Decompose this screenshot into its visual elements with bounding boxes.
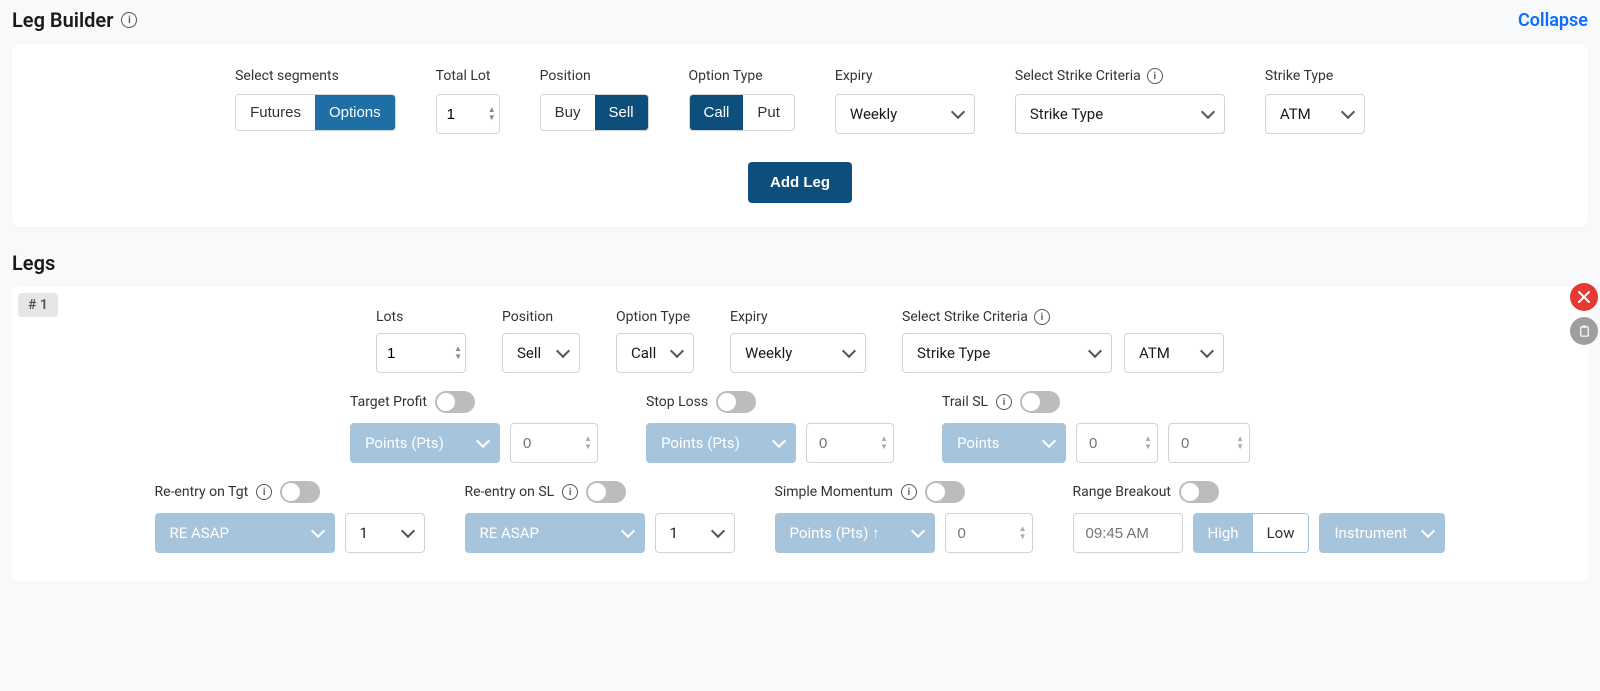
option-type-call[interactable]: Call bbox=[690, 95, 744, 130]
info-icon[interactable]: i bbox=[901, 484, 917, 500]
range-breakout-label: Range Breakout bbox=[1073, 484, 1172, 500]
lots-label: Lots bbox=[376, 309, 466, 325]
copy-leg-button[interactable] bbox=[1570, 317, 1598, 345]
leg-builder-panel: Select segments Futures Options Total Lo… bbox=[12, 44, 1588, 227]
trail-sl-toggle[interactable] bbox=[1020, 391, 1060, 413]
reentry-sl-label: Re-entry on SL bbox=[465, 484, 555, 500]
rb-time-input[interactable] bbox=[1073, 513, 1183, 553]
expiry-label: Expiry bbox=[835, 68, 975, 84]
delete-leg-button[interactable] bbox=[1570, 283, 1598, 311]
rb-instrument-select[interactable]: Instrument bbox=[1319, 513, 1445, 553]
expiry-select[interactable]: Weekly bbox=[835, 94, 975, 134]
collapse-link[interactable]: Collapse bbox=[1518, 10, 1588, 31]
option-type-put[interactable]: Put bbox=[743, 95, 794, 130]
leg-expiry-select[interactable]: Weekly bbox=[730, 333, 866, 373]
info-icon[interactable]: i bbox=[256, 484, 272, 500]
stop-loss-label: Stop Loss bbox=[646, 394, 708, 410]
target-profit-toggle[interactable] bbox=[435, 391, 475, 413]
trail1-stepper[interactable]: ▲▼ bbox=[1144, 435, 1152, 451]
leg-index-badge: # 1 bbox=[18, 293, 58, 317]
strike-criteria-label: Select Strike Criteria bbox=[1015, 68, 1141, 84]
reentry-sl-mode-select[interactable]: RE ASAP bbox=[465, 513, 645, 553]
trail-unit-select[interactable]: Points bbox=[942, 423, 1066, 463]
total-lot-label: Total Lot bbox=[436, 68, 500, 84]
segments-toggle: Futures Options bbox=[235, 94, 396, 131]
leg-expiry-label: Expiry bbox=[730, 309, 866, 325]
simple-momentum-toggle[interactable] bbox=[925, 481, 965, 503]
position-sell[interactable]: Sell bbox=[595, 95, 648, 130]
clipboard-icon bbox=[1578, 325, 1591, 338]
tp-unit-select[interactable]: Points (Pts) bbox=[350, 423, 500, 463]
add-leg-button[interactable]: Add Leg bbox=[748, 162, 852, 203]
rb-highlow-toggle: High Low bbox=[1193, 513, 1310, 553]
range-breakout-toggle[interactable] bbox=[1179, 481, 1219, 503]
leg-strike-criteria-select[interactable]: Strike Type bbox=[902, 333, 1112, 373]
lots-input[interactable] bbox=[376, 333, 466, 373]
leg-strike-type-select[interactable]: ATM bbox=[1124, 333, 1224, 373]
sm-unit-select[interactable]: Points (Pts) ↑ bbox=[775, 513, 935, 553]
leg-option-type-select[interactable]: Call bbox=[616, 333, 694, 373]
reentry-tgt-toggle[interactable] bbox=[280, 481, 320, 503]
sl-stepper[interactable]: ▲▼ bbox=[880, 435, 888, 451]
info-icon[interactable]: i bbox=[1034, 309, 1050, 325]
leg-position-label: Position bbox=[502, 309, 580, 325]
rb-high[interactable]: High bbox=[1194, 514, 1253, 552]
strike-type-label: Strike Type bbox=[1265, 68, 1365, 84]
sm-stepper[interactable]: ▲▼ bbox=[1019, 525, 1027, 541]
rb-low[interactable]: Low bbox=[1253, 514, 1309, 552]
trail-sl-label: Trail SL bbox=[942, 394, 988, 410]
strike-type-select[interactable]: ATM bbox=[1265, 94, 1365, 134]
total-lot-stepper[interactable]: ▲▼ bbox=[488, 106, 496, 122]
segment-futures[interactable]: Futures bbox=[236, 95, 315, 130]
simple-momentum-label: Simple Momentum bbox=[775, 484, 893, 500]
reentry-sl-count-select[interactable]: 1 bbox=[655, 513, 735, 553]
leg-card: # 1 Lots ▲▼ Position Sell Option Type Ca… bbox=[12, 287, 1588, 581]
leg-option-type-label: Option Type bbox=[616, 309, 694, 325]
reentry-tgt-count-select[interactable]: 1 bbox=[345, 513, 425, 553]
lots-stepper[interactable]: ▲▼ bbox=[454, 345, 462, 361]
stop-loss-toggle[interactable] bbox=[716, 391, 756, 413]
trail2-stepper[interactable]: ▲▼ bbox=[1236, 435, 1244, 451]
info-icon[interactable]: i bbox=[121, 12, 137, 28]
target-profit-label: Target Profit bbox=[350, 394, 427, 410]
info-icon[interactable]: i bbox=[1147, 68, 1163, 84]
info-icon[interactable]: i bbox=[996, 394, 1012, 410]
page-title: Leg Builder i bbox=[12, 8, 137, 32]
info-icon[interactable]: i bbox=[562, 484, 578, 500]
legs-heading: Legs bbox=[12, 251, 1588, 275]
tp-stepper[interactable]: ▲▼ bbox=[584, 435, 592, 451]
option-type-label: Option Type bbox=[689, 68, 795, 84]
segments-label: Select segments bbox=[235, 68, 396, 84]
position-label: Position bbox=[540, 68, 649, 84]
reentry-tgt-mode-select[interactable]: RE ASAP bbox=[155, 513, 335, 553]
leg-strike-criteria-label: Select Strike Criteria bbox=[902, 309, 1028, 325]
leg-position-select[interactable]: Sell bbox=[502, 333, 580, 373]
strike-criteria-select[interactable]: Strike Type bbox=[1015, 94, 1225, 134]
segment-options[interactable]: Options bbox=[315, 95, 395, 130]
position-buy[interactable]: Buy bbox=[541, 95, 595, 130]
close-icon bbox=[1577, 290, 1591, 304]
reentry-tgt-label: Re-entry on Tgt bbox=[155, 484, 249, 500]
reentry-sl-toggle[interactable] bbox=[586, 481, 626, 503]
sl-unit-select[interactable]: Points (Pts) bbox=[646, 423, 796, 463]
